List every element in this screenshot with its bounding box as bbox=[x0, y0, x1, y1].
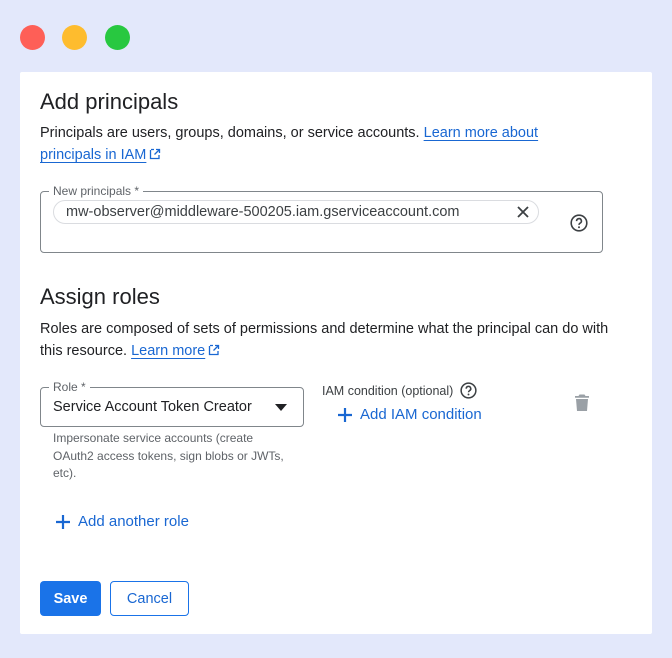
role-select[interactable]: Role * Service Account Token Creator bbox=[40, 380, 304, 427]
principal-chip: mw-observer@middleware-500205.iam.gservi… bbox=[53, 200, 539, 224]
assign-roles-heading: Assign roles bbox=[40, 284, 160, 309]
save-button[interactable]: Save bbox=[40, 581, 101, 616]
external-link-icon bbox=[150, 148, 161, 160]
plus-icon bbox=[338, 407, 352, 422]
new-principals-label: New principals * bbox=[49, 184, 144, 198]
help-circle-icon[interactable] bbox=[460, 382, 477, 399]
close-icon[interactable] bbox=[516, 205, 530, 219]
window-minimize-button[interactable] bbox=[62, 25, 87, 50]
add-another-role-label: Add another role bbox=[78, 513, 189, 530]
new-principals-field[interactable]: New principals * mw-observer@middleware-… bbox=[40, 184, 603, 253]
role-hint: Impersonate service accounts (create OAu… bbox=[53, 431, 284, 480]
window-maximize-button[interactable] bbox=[105, 25, 130, 50]
window-close-button[interactable] bbox=[20, 25, 45, 50]
add-iam-condition-button[interactable]: Add IAM condition bbox=[338, 406, 482, 423]
add-another-role-button[interactable]: Add another role bbox=[56, 513, 189, 530]
learn-more-roles-label: Learn more bbox=[131, 343, 206, 359]
add-principals-panel: Add principals Principals are users, gro… bbox=[20, 72, 652, 634]
trash-icon[interactable] bbox=[575, 394, 589, 411]
iam-condition-label-text: IAM condition (optional) bbox=[322, 383, 454, 398]
chevron-down-icon bbox=[275, 404, 287, 411]
add-iam-condition-label: Add IAM condition bbox=[360, 406, 482, 423]
help-circle-icon[interactable] bbox=[570, 214, 588, 232]
principals-heading: Add principals bbox=[40, 89, 179, 114]
iam-condition-label: IAM condition (optional) bbox=[322, 382, 477, 399]
role-value: Service Account Token Creator bbox=[53, 399, 252, 415]
learn-more-roles-link[interactable]: Learn more bbox=[131, 343, 220, 359]
principals-description-text: Principals are users, groups, domains, o… bbox=[40, 125, 420, 141]
plus-icon bbox=[56, 514, 70, 529]
external-link-icon bbox=[209, 344, 220, 356]
cancel-button[interactable]: Cancel bbox=[110, 581, 189, 616]
role-label: Role * bbox=[49, 380, 90, 394]
roles-description: Roles are composed of sets of permission… bbox=[40, 318, 620, 362]
roles-description-text: Roles are composed of sets of permission… bbox=[40, 321, 609, 359]
principal-chip-text: mw-observer@middleware-500205.iam.gservi… bbox=[66, 204, 460, 220]
principals-description: Principals are users, groups, domains, o… bbox=[40, 122, 600, 166]
